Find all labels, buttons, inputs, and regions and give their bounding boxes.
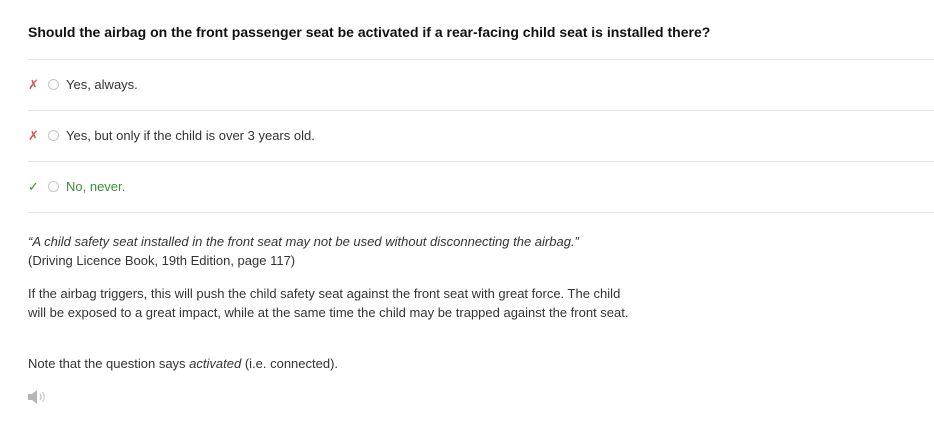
note-emphasis: activated: [189, 356, 242, 371]
explanation-source: (Driving Licence Book, 19th Edition, pag…: [28, 253, 296, 268]
divider: [28, 110, 934, 111]
divider: [28, 161, 934, 162]
answer-option-3[interactable]: ✓ No, never.: [28, 176, 125, 196]
radio-button[interactable]: [48, 180, 59, 192]
note-prefix: Note that the question says: [28, 356, 190, 371]
wrong-mark-icon: ✗: [28, 127, 39, 143]
correct-mark-icon: ✓: [28, 178, 39, 194]
note-suffix: (i.e. connected).: [241, 356, 339, 371]
explanation-note: Note that the question says activated (i…: [28, 354, 638, 373]
radio-button[interactable]: [48, 129, 59, 141]
explanation-paragraph: If the airbag triggers, this will push t…: [28, 286, 629, 320]
speaker-icon[interactable]: [27, 389, 49, 405]
wrong-mark-icon: ✗: [28, 76, 39, 92]
answer-label: Yes, always.: [66, 76, 138, 92]
divider: [28, 212, 934, 213]
question-text: Should the airbag on the front passenger…: [28, 24, 711, 40]
answer-option-1[interactable]: ✗ Yes, always.: [28, 74, 138, 94]
answer-label: No, never.: [66, 178, 126, 194]
explanation-quote-block: “A child safety seat installed in the fr…: [28, 232, 638, 270]
divider: [28, 59, 934, 60]
radio-button[interactable]: [48, 78, 59, 90]
explanation-quote: “A child safety seat installed in the fr…: [28, 234, 579, 249]
answer-label: Yes, but only if the child is over 3 yea…: [66, 127, 315, 143]
answer-option-2[interactable]: ✗ Yes, but only if the child is over 3 y…: [28, 125, 315, 145]
